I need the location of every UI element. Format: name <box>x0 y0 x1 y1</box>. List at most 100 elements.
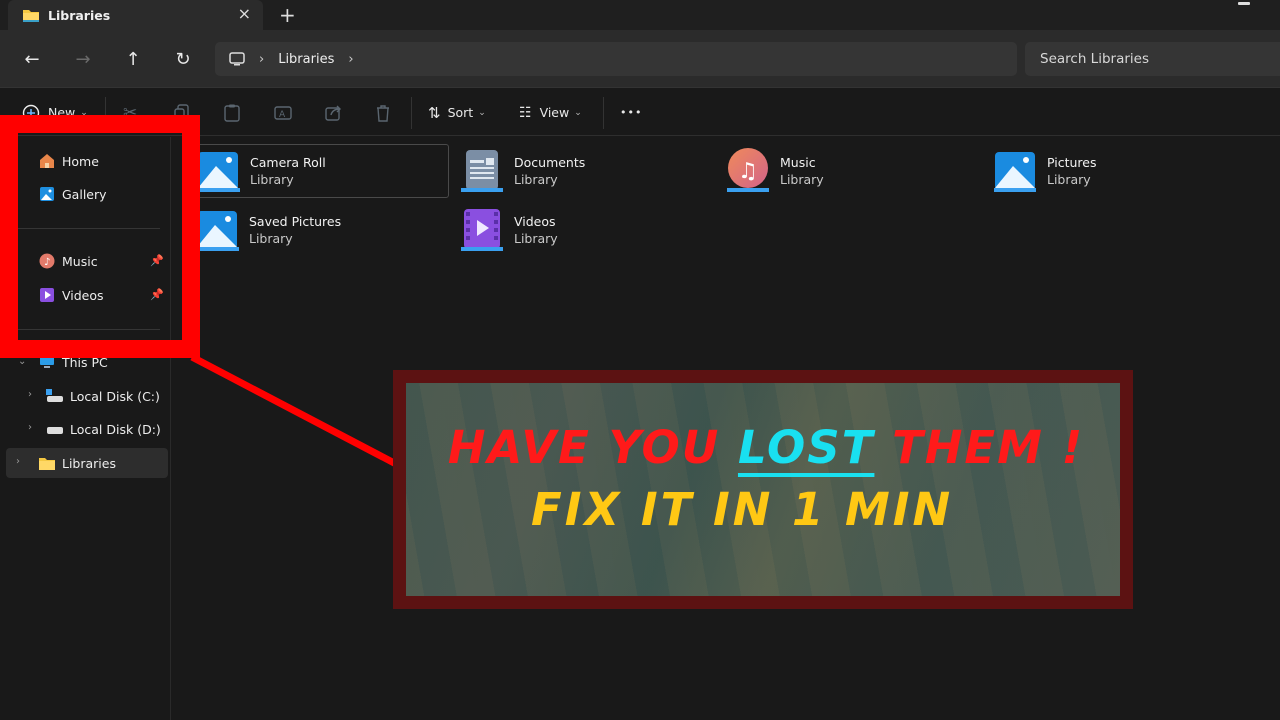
sidebar-item-videos[interactable]: Videos 📌 <box>6 280 168 310</box>
chevron-down-icon: ⌄ <box>574 107 582 118</box>
forward-icon: → <box>75 48 91 70</box>
sidebar-item-local-disk-d[interactable]: › Local Disk (D:) <box>6 414 168 444</box>
forward-button[interactable]: → <box>70 46 96 72</box>
copy-icon <box>174 103 189 122</box>
trash-icon <box>377 104 389 122</box>
divider <box>411 97 412 129</box>
cut-icon: ✂ <box>123 102 138 123</box>
plus-circle-icon <box>22 104 40 121</box>
title-bar: Libraries × + <box>0 0 1280 30</box>
chevron-right-icon[interactable]: › <box>16 456 20 467</box>
library-type: Library <box>1047 172 1091 187</box>
sidebar-item-libraries[interactable]: › Libraries <box>6 448 168 478</box>
library-music[interactable]: ♫ Music Library <box>726 144 976 198</box>
library-type: Library <box>250 172 294 187</box>
search-input[interactable]: Search Libraries <box>1025 42 1280 76</box>
music-icon: ♫ <box>726 148 772 194</box>
paste-button[interactable] <box>224 89 240 136</box>
back-icon: ← <box>24 48 40 70</box>
sidebar-item-label: Local Disk (D:) <box>70 421 161 437</box>
pc-icon <box>229 51 245 65</box>
pin-icon[interactable]: 📌 <box>150 254 164 267</box>
callout-banner: HAVE YOU LOST THEM ! FIX IT IN 1 MIN <box>393 370 1133 609</box>
new-label: New <box>48 105 76 120</box>
sidebar-item-home[interactable]: Home <box>6 146 168 176</box>
divider <box>105 97 106 129</box>
library-name: Documents <box>514 155 586 170</box>
music-icon: ♪ <box>38 252 56 270</box>
chevron-down-icon: ⌄ <box>80 107 88 118</box>
library-camera-roll[interactable]: Camera Roll Library <box>195 144 449 198</box>
breadcrumb-libraries[interactable]: Libraries <box>278 52 334 67</box>
library-name: Camera Roll <box>250 155 326 170</box>
breadcrumb-separator: › <box>259 51 265 67</box>
share-button[interactable] <box>325 89 343 136</box>
headline-part-1: HAVE YOU <box>447 421 738 474</box>
pictures-icon <box>195 207 241 253</box>
share-icon <box>325 105 341 121</box>
sidebar-item-local-disk-c[interactable]: › Local Disk (C:) <box>6 381 168 411</box>
library-pictures[interactable]: Pictures Library <box>993 144 1243 198</box>
view-button[interactable]: ☷ View ⌄ <box>519 89 582 136</box>
sidebar-item-label: Libraries <box>62 455 116 471</box>
subheadline: FIX IT IN 1 MIN <box>531 483 954 536</box>
library-name: Pictures <box>1047 155 1097 170</box>
library-saved-pictures[interactable]: Saved Pictures Library <box>195 203 445 257</box>
sidebar-item-label: Gallery <box>62 186 107 202</box>
paste-icon <box>224 104 240 122</box>
folder-icon <box>23 9 39 22</box>
new-button[interactable]: New ⌄ <box>22 89 88 136</box>
videos-icon <box>460 207 506 253</box>
sidebar-item-gallery[interactable]: Gallery <box>6 179 168 209</box>
tab-libraries[interactable]: Libraries × <box>8 0 263 30</box>
library-documents[interactable]: Documents Library <box>460 144 710 198</box>
rename-button[interactable]: A <box>274 89 292 136</box>
sidebar-item-music[interactable]: ♪ Music 📌 <box>6 246 168 276</box>
navigation-pane: Home Gallery ♪ Music 📌 Videos 📌 ⌄ This P… <box>0 137 171 720</box>
library-name: Saved Pictures <box>249 214 342 229</box>
gallery-icon <box>38 185 56 203</box>
sidebar-item-this-pc[interactable]: ⌄ This PC <box>6 347 168 377</box>
address-bar[interactable]: › Libraries › <box>215 42 1017 76</box>
sort-icon: ⇅ <box>428 103 441 122</box>
minimize-icon[interactable] <box>1238 2 1250 5</box>
sort-label: Sort <box>447 105 474 120</box>
sidebar-item-label: Music <box>62 253 98 269</box>
new-tab-button[interactable]: + <box>279 3 296 27</box>
sidebar-item-label: This PC <box>62 354 108 370</box>
chevron-down-icon[interactable]: ⌄ <box>18 356 26 367</box>
pin-icon[interactable]: 📌 <box>150 288 164 301</box>
back-button[interactable]: ← <box>19 46 45 72</box>
drive-icon <box>46 420 64 438</box>
library-type: Library <box>514 172 558 187</box>
breadcrumb-separator[interactable]: › <box>348 52 353 67</box>
pictures-icon <box>993 148 1039 194</box>
view-icon: ☷ <box>519 104 532 121</box>
library-videos[interactable]: Videos Library <box>460 203 710 257</box>
cut-button[interactable]: ✂ <box>123 89 137 136</box>
up-icon: ↑ <box>125 48 141 70</box>
callout-background: HAVE YOU LOST THEM ! FIX IT IN 1 MIN <box>406 383 1120 596</box>
pictures-icon <box>196 148 242 194</box>
library-name: Music <box>780 155 816 170</box>
delete-button[interactable] <box>375 89 391 136</box>
documents-icon <box>460 148 506 194</box>
svg-text:A: A <box>279 110 286 120</box>
folder-icon <box>38 454 56 472</box>
up-button[interactable]: ↑ <box>120 46 146 72</box>
copy-button[interactable] <box>174 89 190 136</box>
refresh-button[interactable]: ↻ <box>170 46 196 72</box>
command-bar: New ⌄ ✂ A ⇅ Sort ⌄ ☷ View ⌄ ••• <box>0 89 1280 136</box>
more-options-button[interactable]: ••• <box>620 89 642 136</box>
divider <box>18 329 160 330</box>
divider <box>18 228 160 229</box>
chevron-right-icon[interactable]: › <box>28 422 32 433</box>
sort-button[interactable]: ⇅ Sort ⌄ <box>428 89 486 136</box>
videos-icon <box>38 286 56 304</box>
library-type: Library <box>514 231 558 246</box>
rename-icon: A <box>274 105 292 120</box>
headline-highlight: LOST <box>737 421 875 474</box>
close-tab-icon[interactable]: × <box>238 4 251 23</box>
library-type: Library <box>780 172 824 187</box>
chevron-right-icon[interactable]: › <box>28 389 32 400</box>
